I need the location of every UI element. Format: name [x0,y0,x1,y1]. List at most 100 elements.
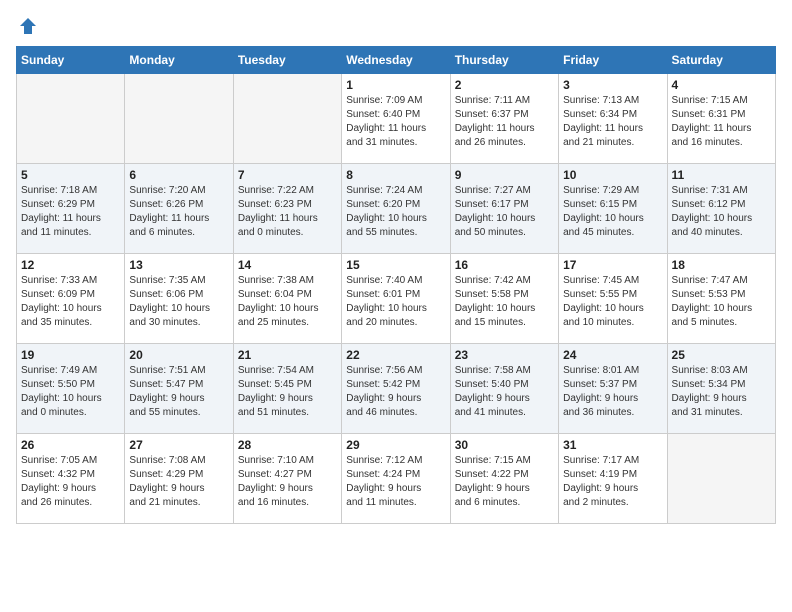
day-info: Sunrise: 7:45 AM Sunset: 5:55 PM Dayligh… [563,274,662,330]
day-number: 23 [455,348,554,362]
day-info: Sunrise: 7:09 AM Sunset: 6:40 PM Dayligh… [346,94,445,150]
calendar-cell: 23 Sunrise: 7:58 AM Sunset: 5:40 PM Dayli… [450,344,558,434]
calendar-week-row: 19 Sunrise: 7:49 AM Sunset: 5:50 PM Dayli… [17,344,776,434]
calendar-cell: 24 Sunrise: 8:01 AM Sunset: 5:37 PM Dayli… [559,344,667,434]
page-header [16,16,776,36]
calendar-cell: 18 Sunrise: 7:47 AM Sunset: 5:53 PM Dayli… [667,254,775,344]
calendar-cell: 5 Sunrise: 7:18 AM Sunset: 6:29 PM Daylig… [17,164,125,254]
day-info: Sunrise: 7:15 AM Sunset: 6:31 PM Dayligh… [672,94,771,150]
day-info: Sunrise: 7:12 AM Sunset: 4:24 PM Dayligh… [346,454,445,510]
day-info: Sunrise: 7:56 AM Sunset: 5:42 PM Dayligh… [346,364,445,420]
calendar-cell: 20 Sunrise: 7:51 AM Sunset: 5:47 PM Dayli… [125,344,233,434]
calendar-cell: 30Sunrise: 7:15 AM Sunset: 4:22 PM Dayli… [450,434,558,524]
calendar-cell: 26 Sunrise: 7:05 AM Sunset: 4:32 PM Dayli… [17,434,125,524]
day-number: 30 [455,438,554,452]
day-number: 14 [238,258,337,272]
day-number: 26 [21,438,120,452]
calendar-cell [125,74,233,164]
calendar-table: SundayMondayTuesdayWednesdayThursdayFrid… [16,46,776,524]
day-number: 22 [346,348,445,362]
calendar-cell [667,434,775,524]
day-info: Sunrise: 8:03 AM Sunset: 5:34 PM Dayligh… [672,364,771,420]
day-number: 21 [238,348,337,362]
calendar-cell: 9Sunrise: 7:27 AM Sunset: 6:17 PM Daylig… [450,164,558,254]
day-info: Sunrise: 7:51 AM Sunset: 5:47 PM Dayligh… [129,364,228,420]
calendar-cell: 15 Sunrise: 7:40 AM Sunset: 6:01 PM Dayli… [342,254,450,344]
calendar-cell: 29 Sunrise: 7:12 AM Sunset: 4:24 PM Dayli… [342,434,450,524]
calendar-cell: 13 Sunrise: 7:35 AM Sunset: 6:06 PM Dayli… [125,254,233,344]
day-number: 4 [672,78,771,92]
day-info: Sunrise: 7:47 AM Sunset: 5:53 PM Dayligh… [672,274,771,330]
day-number: 16 [455,258,554,272]
weekday-header-sunday: Sunday [17,47,125,74]
day-info: Sunrise: 7:08 AM Sunset: 4:29 PM Dayligh… [129,454,228,510]
calendar-cell: 6Sunrise: 7:20 AM Sunset: 6:26 PM Daylig… [125,164,233,254]
day-number: 19 [21,348,120,362]
weekday-header-saturday: Saturday [667,47,775,74]
day-number: 20 [129,348,228,362]
weekday-header-tuesday: Tuesday [233,47,341,74]
day-number: 11 [672,168,771,182]
calendar-cell: 10 Sunrise: 7:29 AM Sunset: 6:15 PM Dayli… [559,164,667,254]
day-number: 31 [563,438,662,452]
calendar-cell: 22 Sunrise: 7:56 AM Sunset: 5:42 PM Dayli… [342,344,450,434]
logo-icon [18,16,38,36]
day-number: 2 [455,78,554,92]
calendar-week-row: 1 Sunrise: 7:09 AM Sunset: 6:40 PM Daylig… [17,74,776,164]
day-info: Sunrise: 7:58 AM Sunset: 5:40 PM Dayligh… [455,364,554,420]
calendar-cell: 14Sunrise: 7:38 AM Sunset: 6:04 PM Dayli… [233,254,341,344]
day-info: Sunrise: 7:11 AM Sunset: 6:37 PM Dayligh… [455,94,554,150]
calendar-cell: 1 Sunrise: 7:09 AM Sunset: 6:40 PM Daylig… [342,74,450,164]
day-info: Sunrise: 7:18 AM Sunset: 6:29 PM Dayligh… [21,184,120,240]
day-number: 7 [238,168,337,182]
calendar-cell: 12 Sunrise: 7:33 AM Sunset: 6:09 PM Dayli… [17,254,125,344]
calendar-cell: 27 Sunrise: 7:08 AM Sunset: 4:29 PM Dayli… [125,434,233,524]
day-number: 1 [346,78,445,92]
calendar-week-row: 5 Sunrise: 7:18 AM Sunset: 6:29 PM Daylig… [17,164,776,254]
day-number: 29 [346,438,445,452]
weekday-header-thursday: Thursday [450,47,558,74]
day-info: Sunrise: 7:49 AM Sunset: 5:50 PM Dayligh… [21,364,120,420]
day-number: 6 [129,168,228,182]
day-number: 17 [563,258,662,272]
day-info: Sunrise: 7:24 AM Sunset: 6:20 PM Dayligh… [346,184,445,240]
calendar-week-row: 12 Sunrise: 7:33 AM Sunset: 6:09 PM Dayli… [17,254,776,344]
calendar-cell: 21 Sunrise: 7:54 AM Sunset: 5:45 PM Dayli… [233,344,341,434]
day-info: Sunrise: 7:31 AM Sunset: 6:12 PM Dayligh… [672,184,771,240]
day-info: Sunrise: 7:54 AM Sunset: 5:45 PM Dayligh… [238,364,337,420]
day-info: Sunrise: 7:35 AM Sunset: 6:06 PM Dayligh… [129,274,228,330]
weekday-header-wednesday: Wednesday [342,47,450,74]
weekday-header-friday: Friday [559,47,667,74]
day-info: Sunrise: 7:10 AM Sunset: 4:27 PM Dayligh… [238,454,337,510]
day-number: 28 [238,438,337,452]
calendar-cell: 2 Sunrise: 7:11 AM Sunset: 6:37 PM Daylig… [450,74,558,164]
day-number: 12 [21,258,120,272]
day-number: 13 [129,258,228,272]
day-number: 18 [672,258,771,272]
calendar-cell: 7 Sunrise: 7:22 AM Sunset: 6:23 PM Daylig… [233,164,341,254]
calendar-cell: 28 Sunrise: 7:10 AM Sunset: 4:27 PM Dayli… [233,434,341,524]
calendar-week-row: 26 Sunrise: 7:05 AM Sunset: 4:32 PM Dayli… [17,434,776,524]
day-info: Sunrise: 7:05 AM Sunset: 4:32 PM Dayligh… [21,454,120,510]
day-info: Sunrise: 7:29 AM Sunset: 6:15 PM Dayligh… [563,184,662,240]
day-info: Sunrise: 7:27 AM Sunset: 6:17 PM Dayligh… [455,184,554,240]
day-info: Sunrise: 7:22 AM Sunset: 6:23 PM Dayligh… [238,184,337,240]
calendar-cell [233,74,341,164]
day-info: Sunrise: 7:40 AM Sunset: 6:01 PM Dayligh… [346,274,445,330]
day-number: 24 [563,348,662,362]
day-info: Sunrise: 7:33 AM Sunset: 6:09 PM Dayligh… [21,274,120,330]
day-info: Sunrise: 7:42 AM Sunset: 5:58 PM Dayligh… [455,274,554,330]
day-number: 15 [346,258,445,272]
day-number: 5 [21,168,120,182]
calendar-cell: 16 Sunrise: 7:42 AM Sunset: 5:58 PM Dayli… [450,254,558,344]
day-info: Sunrise: 8:01 AM Sunset: 5:37 PM Dayligh… [563,364,662,420]
calendar-cell: 11 Sunrise: 7:31 AM Sunset: 6:12 PM Dayli… [667,164,775,254]
calendar-cell: 25 Sunrise: 8:03 AM Sunset: 5:34 PM Dayli… [667,344,775,434]
day-info: Sunrise: 7:17 AM Sunset: 4:19 PM Dayligh… [563,454,662,510]
calendar-cell: 17 Sunrise: 7:45 AM Sunset: 5:55 PM Dayli… [559,254,667,344]
day-number: 27 [129,438,228,452]
day-number: 10 [563,168,662,182]
calendar-cell: 19 Sunrise: 7:49 AM Sunset: 5:50 PM Dayli… [17,344,125,434]
calendar-cell: 31 Sunrise: 7:17 AM Sunset: 4:19 PM Dayli… [559,434,667,524]
day-number: 25 [672,348,771,362]
